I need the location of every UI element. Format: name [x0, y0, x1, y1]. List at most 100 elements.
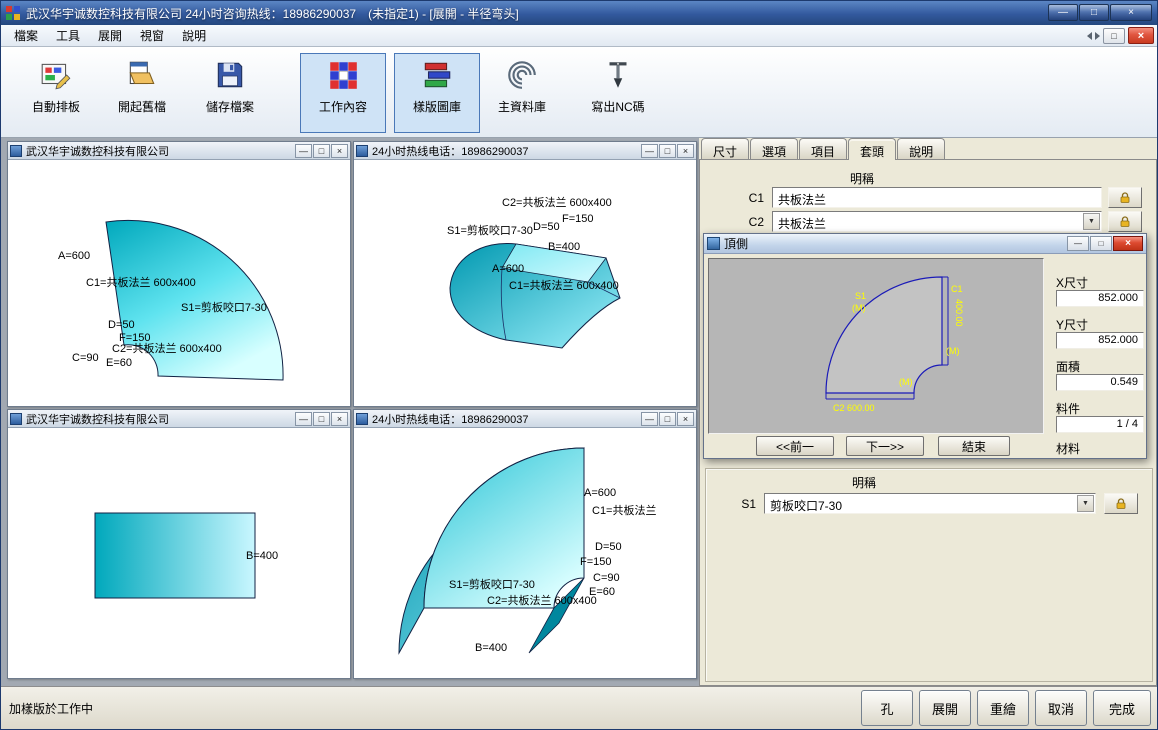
chevron-down-icon[interactable]: ▼ — [1077, 495, 1094, 512]
chevron-down-icon[interactable]: ▼ — [1083, 213, 1100, 230]
tab-options[interactable]: 選項 — [750, 138, 798, 159]
top-side-dialog[interactable]: 頂側 — □ × S1 (M) C1 400.00 (M) C2 600.00 … — [703, 233, 1147, 459]
dialog-titlebar[interactable]: 頂側 — □ × — [704, 234, 1146, 254]
piece-count-label: 料件 — [1056, 400, 1080, 417]
write-nc-button[interactable]: 寫出NC碼 — [575, 53, 661, 133]
dim-label: C1=共板法兰 — [592, 503, 657, 517]
menu-window[interactable]: 視窗 — [131, 24, 173, 47]
child-close-button[interactable]: × — [677, 144, 694, 158]
child-restore-button[interactable]: □ — [313, 412, 330, 426]
status-text: 加樣版於工作中 — [9, 700, 93, 717]
child-close-button[interactable]: × — [331, 412, 348, 426]
seam-name-header: 明稱 — [852, 474, 876, 491]
child-title-text: 武汉华宇诚数控科技有限公司 — [26, 411, 294, 427]
child-titlebar[interactable]: 武汉华宇诚数控科技有限公司 — □ × — [8, 142, 350, 160]
tab-items[interactable]: 項目 — [799, 138, 847, 159]
minimize-button[interactable]: — — [1048, 4, 1078, 21]
preview-label: C2 600.00 — [833, 403, 875, 413]
unfold-button[interactable]: 展開 — [919, 690, 971, 726]
lock-c1-button[interactable] — [1108, 187, 1142, 208]
y-size-value[interactable]: 852.000 — [1056, 332, 1144, 349]
child-restore-button[interactable]: □ — [1103, 28, 1125, 44]
child-restore-button[interactable]: □ — [659, 144, 676, 158]
scroll-right-icon[interactable] — [1095, 32, 1100, 40]
work-content-icon — [326, 58, 360, 92]
flat-pattern-canvas[interactable]: A=600 C1=共板法兰 600x400 S1=剪板咬口7-30 D=50 F… — [8, 160, 350, 406]
lock-c2-button[interactable] — [1108, 211, 1142, 232]
redraw-button[interactable]: 重繪 — [977, 690, 1029, 726]
dialog-close-button[interactable]: × — [1113, 236, 1143, 251]
child-minimize-button[interactable]: — — [295, 144, 312, 158]
toolbar: 自動排板 開起舊檔 儲存檔案 — [1, 47, 1157, 138]
dim-label: D=50 — [533, 221, 560, 233]
complete-button[interactable]: 完成 — [1093, 690, 1151, 726]
preview-label: 400.00 — [954, 299, 964, 327]
seam-s1-combobox[interactable]: 剪板咬口7-30 ▼ — [764, 493, 1096, 514]
menu-unfold[interactable]: 展開 — [89, 24, 131, 47]
lock-s1-button[interactable] — [1104, 493, 1138, 514]
seam-row-label: S1 — [724, 497, 756, 511]
toolbar-label: 樣版圖庫 — [413, 98, 461, 115]
child-close-button[interactable]: × — [1128, 27, 1154, 44]
child-titlebar[interactable]: 24小时热线电话：18986290037 — □ × — [354, 142, 696, 160]
finish-button[interactable]: 結束 — [938, 436, 1010, 456]
area-value[interactable]: 0.549 — [1056, 374, 1144, 391]
piece-preview: S1 (M) C1 400.00 (M) C2 600.00 (M) — [708, 258, 1044, 434]
dim-label: C2=共板法兰 600x400 — [487, 593, 597, 607]
previous-button[interactable]: <<前一 — [756, 436, 834, 456]
tab-dimensions[interactable]: 尺寸 — [701, 138, 749, 159]
x-size-value[interactable]: 852.000 — [1056, 290, 1144, 307]
child-minimize-button[interactable]: — — [295, 412, 312, 426]
dim-label: C=90 — [72, 352, 99, 364]
close-button[interactable]: × — [1110, 4, 1152, 21]
main-database-button[interactable]: 主資料庫 — [479, 53, 565, 133]
template-library-button[interactable]: 樣版圖庫 — [394, 53, 480, 133]
auto-nesting-button[interactable]: 自動排板 — [13, 53, 99, 133]
child-window-flat-pattern[interactable]: 武汉华宇诚数控科技有限公司 — □ × A=600 C1=共板法兰 600x40… — [7, 141, 351, 407]
flange-c2-combobox[interactable]: 共板法兰 ▼ — [772, 211, 1102, 232]
rect-pattern-canvas[interactable]: B=400 — [8, 428, 350, 678]
hole-button[interactable]: 孔 — [861, 690, 913, 726]
child-minimize-button[interactable]: — — [641, 144, 658, 158]
open-file-button[interactable]: 開起舊檔 — [99, 53, 185, 133]
flange-row-label: C1 — [708, 191, 764, 205]
seam-groupbox: 明稱 S1 剪板咬口7-30 ▼ — [705, 468, 1153, 682]
titlebar[interactable]: 武汉华宇诚数控科技有限公司 24小时咨询热线：18986290037 (未指定1… — [1, 1, 1157, 25]
toolbar-label: 自動排板 — [32, 98, 80, 115]
menu-help[interactable]: 說明 — [173, 24, 215, 47]
child-window-rect-pattern[interactable]: 武汉华宇诚数控科技有限公司 — □ × B=400 — [7, 409, 351, 679]
child-close-button[interactable]: × — [677, 412, 694, 426]
tab-description[interactable]: 說明 — [897, 138, 945, 159]
child-restore-button[interactable]: □ — [313, 144, 330, 158]
child-window-icon — [356, 413, 368, 425]
child-titlebar[interactable]: 武汉华宇诚数控科技有限公司 — □ × — [8, 410, 350, 428]
work-content-button[interactable]: 工作內容 — [300, 53, 386, 133]
piece-count-value[interactable]: 1 / 4 — [1056, 416, 1144, 433]
child-minimize-button[interactable]: — — [641, 412, 658, 426]
rect-pattern-shape — [95, 513, 255, 598]
flange-c1-input[interactable]: 共板法兰 — [772, 187, 1102, 208]
dim-label: F=150 — [562, 213, 594, 225]
menubar: 檔案 工具 展開 視窗 說明 □ × — [1, 25, 1157, 47]
child-titlebar[interactable]: 24小时热线电话：18986290037 — □ × — [354, 410, 696, 428]
three-d-canvas[interactable]: A=600 C1=共板法兰 D=50 F=150 C=90 E=60 S1=剪板… — [354, 428, 696, 678]
menu-file[interactable]: 檔案 — [5, 24, 47, 47]
dialog-restore-button[interactable]: □ — [1090, 236, 1112, 251]
next-button[interactable]: 下一>> — [846, 436, 924, 456]
dialog-minimize-button[interactable]: — — [1067, 236, 1089, 251]
dim-label: C1=共板法兰 600x400 — [509, 278, 619, 292]
child-restore-button[interactable]: □ — [659, 412, 676, 426]
save-file-button[interactable]: 儲存檔案 — [187, 53, 273, 133]
dialog-title: 頂側 — [724, 235, 748, 252]
child-window-3d-view-bottom[interactable]: 24小时热线电话：18986290037 — □ × A=600 C1=共板法兰… — [353, 409, 697, 679]
dim-label: B=400 — [246, 550, 278, 562]
three-d-canvas[interactable]: C2=共板法兰 600x400 S1=剪板咬口7-30 D=50 F=150 B… — [354, 160, 696, 406]
cancel-button[interactable]: 取消 — [1035, 690, 1087, 726]
menu-tools[interactable]: 工具 — [47, 24, 89, 47]
child-window-3d-view-top[interactable]: 24小时热线电话：18986290037 — □ × C2=共板法兰 600x4… — [353, 141, 697, 407]
child-close-button[interactable]: × — [331, 144, 348, 158]
toolbar-label: 寫出NC碼 — [591, 98, 644, 115]
tab-connectors[interactable]: 套頭 — [848, 138, 896, 160]
maximize-button[interactable]: □ — [1079, 4, 1109, 21]
scroll-left-icon[interactable] — [1087, 32, 1092, 40]
